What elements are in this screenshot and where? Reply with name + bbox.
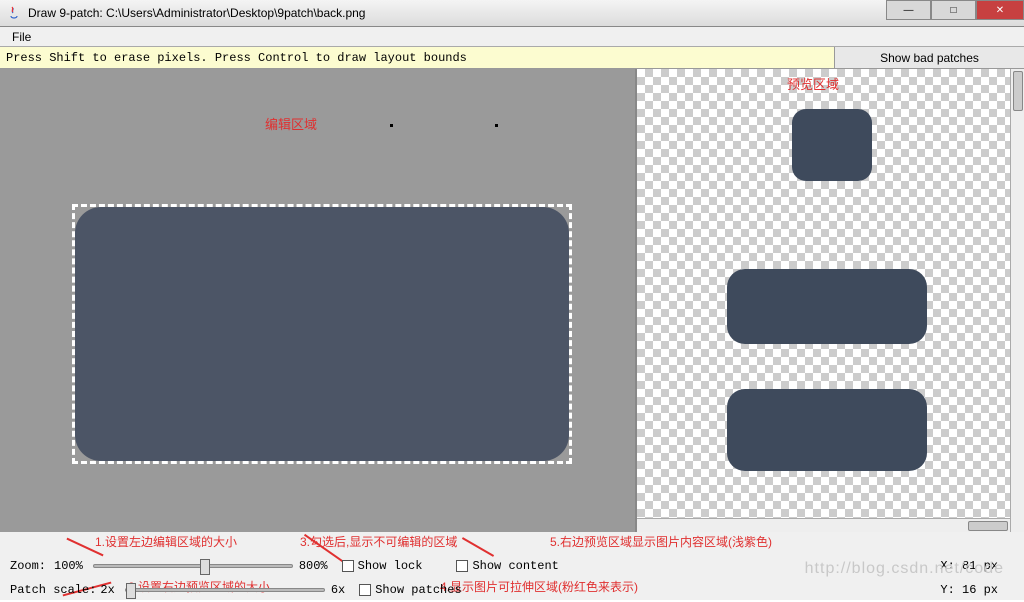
status-y: Y: 16 px	[940, 583, 998, 597]
zoom-min: 100%	[54, 559, 83, 573]
edit-area-label: 编辑区域	[265, 114, 317, 133]
nine-patch-bounds[interactable]	[72, 204, 572, 464]
show-lock-label: Show lock	[358, 559, 423, 573]
minimize-button[interactable]: —	[886, 0, 931, 20]
preview-pane: 预览区域	[637, 69, 1024, 532]
annotation-1: 1.设置左边编辑区域的大小	[95, 533, 237, 550]
slider-knob[interactable]	[200, 559, 210, 575]
patch-scale-min: 2x	[100, 583, 114, 597]
scrollbar-thumb[interactable]	[968, 521, 1008, 531]
show-content-checkbox[interactable]	[456, 560, 468, 572]
preview-sample	[727, 269, 927, 344]
annotation-5: 5.右边预览区域显示图片内容区域(浅紫色)	[550, 533, 772, 550]
window-title: Draw 9-patch: C:\Users\Administrator\Des…	[28, 6, 886, 20]
preview-horizontal-scrollbar[interactable]	[637, 518, 1010, 532]
preview-area-label: 预览区域	[787, 74, 839, 93]
zoom-slider[interactable]	[93, 564, 293, 568]
window-controls: — □ ✕	[886, 0, 1024, 26]
window-titlebar: Draw 9-patch: C:\Users\Administrator\Des…	[0, 0, 1024, 27]
controls-row-1: Zoom: 100% 800% Show lock Show content X…	[10, 554, 1014, 578]
slider-knob[interactable]	[126, 583, 136, 599]
show-patches-label: Show patches	[375, 583, 461, 597]
patch-scale-slider[interactable]	[125, 588, 325, 592]
preview-vertical-scrollbar[interactable]	[1010, 69, 1024, 532]
zoom-label: Zoom:	[10, 559, 50, 573]
patch-scale-max: 6x	[331, 583, 345, 597]
workspace: 编辑区域 预览区域	[0, 69, 1024, 532]
show-patches-checkbox[interactable]	[359, 584, 371, 596]
zoom-max: 800%	[299, 559, 328, 573]
java-icon	[6, 5, 22, 21]
edit-pane[interactable]: 编辑区域	[0, 69, 637, 532]
maximize-button[interactable]: □	[931, 0, 976, 20]
bottom-panel: 1.设置左边编辑区域的大小 3.勾选后,显示不可编辑的区域 5.右边预览区域显示…	[0, 532, 1024, 600]
preview-sample	[792, 109, 872, 181]
hint-bar: Press Shift to erase pixels. Press Contr…	[0, 47, 1024, 69]
close-button[interactable]: ✕	[976, 0, 1024, 20]
guide-dot	[390, 124, 393, 127]
controls-row-2: Patch scale: 2x 6x Show patches Y: 16 px	[10, 578, 1014, 602]
menu-file[interactable]: File	[6, 30, 37, 44]
hint-text: Press Shift to erase pixels. Press Contr…	[0, 47, 834, 68]
preview-sample	[727, 389, 927, 471]
show-bad-patches-button[interactable]: Show bad patches	[834, 47, 1024, 68]
status-x: X: 81 px	[940, 559, 998, 573]
menu-bar: File	[0, 27, 1024, 47]
scrollbar-thumb[interactable]	[1013, 71, 1023, 111]
show-content-label: Show content	[472, 559, 558, 573]
show-lock-checkbox[interactable]	[342, 560, 354, 572]
patch-scale-label: Patch scale:	[10, 583, 96, 597]
guide-dot	[495, 124, 498, 127]
nine-patch-image	[75, 207, 569, 461]
